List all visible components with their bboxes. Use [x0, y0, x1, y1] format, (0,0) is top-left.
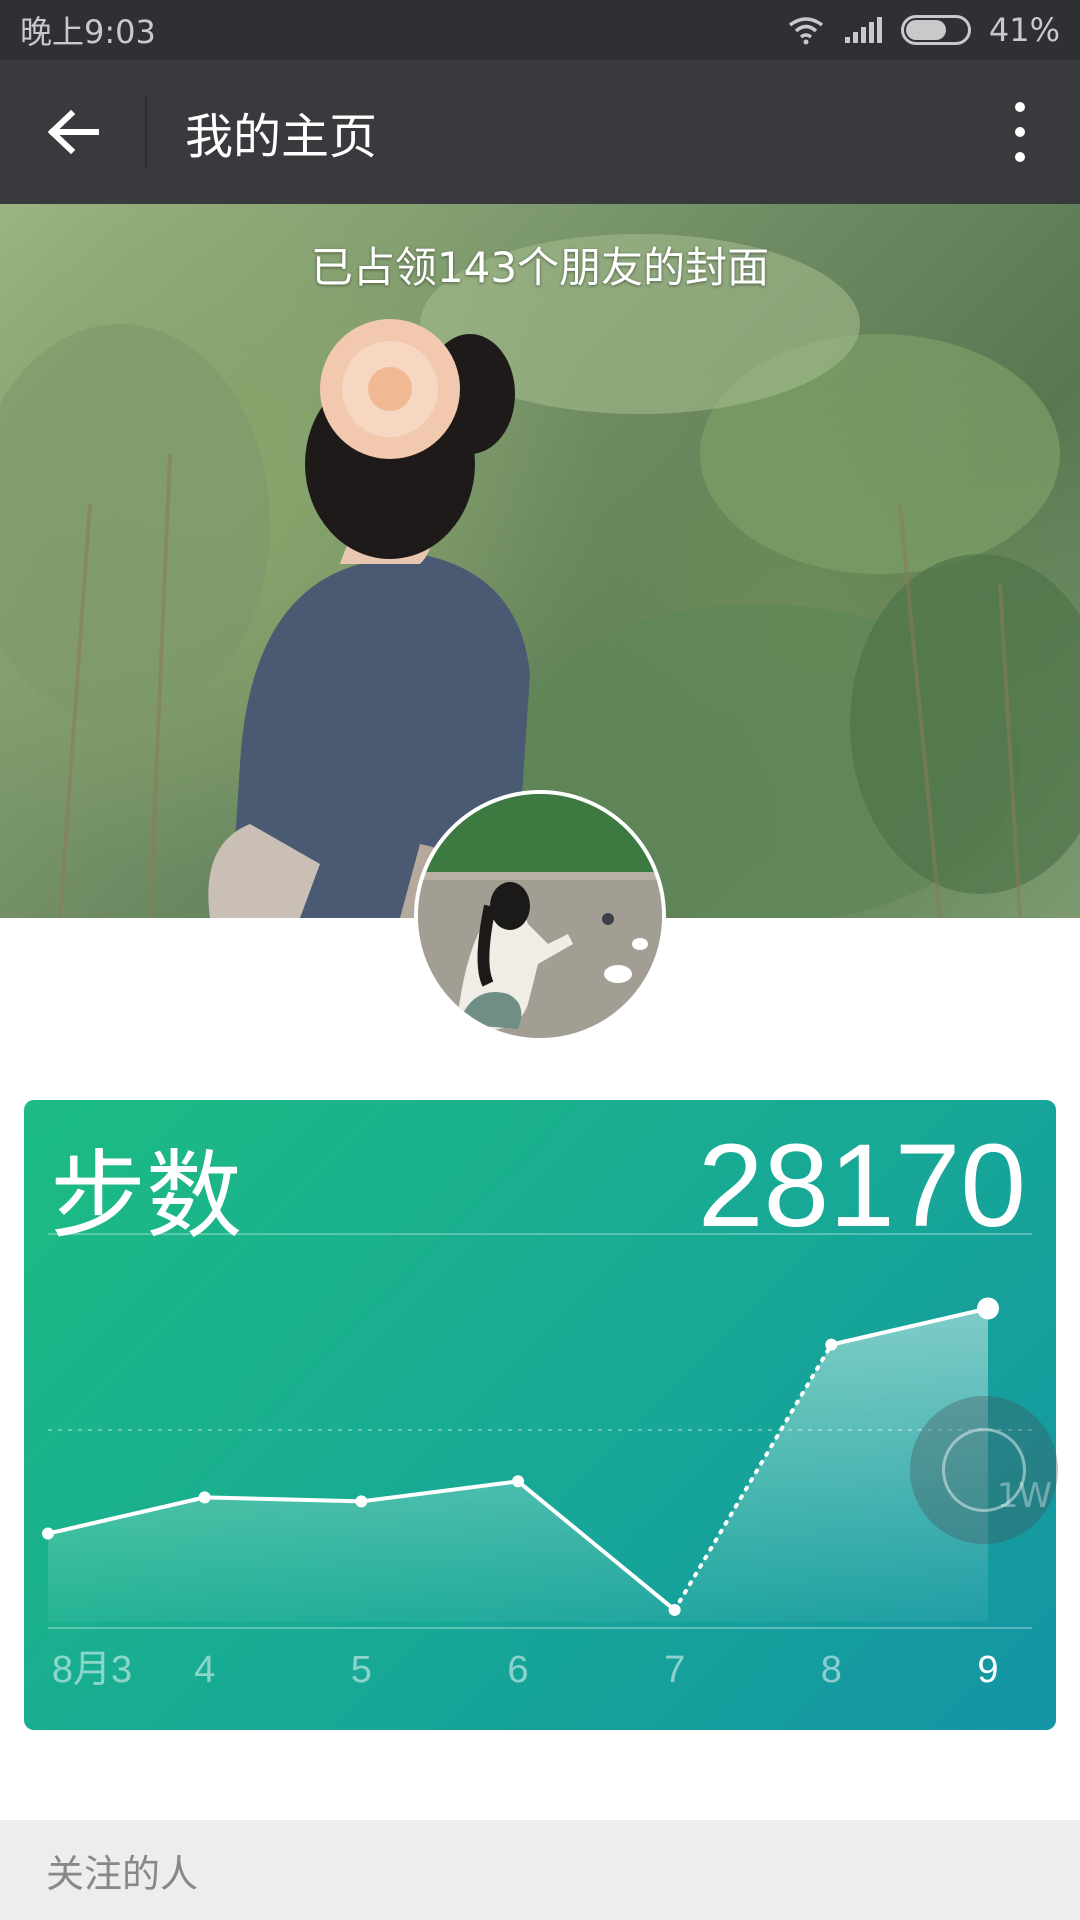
chart-point: [198, 1491, 211, 1504]
wifi-icon: [788, 17, 823, 45]
chart-x-tick-label: 7: [664, 1649, 685, 1691]
steps-chart: 8月3 4 5 6 7 8 9: [42, 1297, 1032, 1691]
avatar-photo: [418, 794, 662, 1038]
status-bar: 晚上9:03 41%: [0, 0, 1080, 60]
back-button[interactable]: [0, 60, 145, 204]
chart-x-tick-label: 8月3: [52, 1649, 132, 1691]
chart-x-tick-label: 8: [821, 1649, 842, 1691]
more-vertical-icon: [1015, 102, 1025, 162]
following-section-header: 关注的人: [0, 1820, 1080, 1920]
chart-x-tick-label: 5: [351, 1649, 372, 1691]
chart-point: [977, 1297, 999, 1320]
battery-fill: [905, 20, 947, 40]
cover-caption: 已占领143个朋友的封面: [310, 243, 770, 292]
chart-x-tick-label: 4: [194, 1649, 215, 1691]
chart-point: [512, 1475, 524, 1488]
page-title: 我的主页: [185, 109, 378, 165]
chart-point: [42, 1527, 54, 1540]
steps-card[interactable]: 步数 28170 8月3 4 5 6 7 8 9: [24, 1100, 1056, 1730]
chart-point: [825, 1338, 838, 1351]
app-bar-divider: [145, 96, 147, 168]
chart-point: [355, 1495, 368, 1508]
chart-x-tick-label: 6: [507, 1649, 528, 1691]
avatar[interactable]: [414, 790, 666, 1042]
status-time: 晚上9:03: [20, 13, 156, 51]
floating-button-label: 1W: [996, 1476, 1052, 1516]
floating-assist-button[interactable]: 1W: [910, 1396, 1058, 1544]
arrow-left-icon: [47, 110, 99, 154]
app-bar: 我的主页: [0, 60, 1080, 204]
battery-percent: 41%: [988, 11, 1060, 49]
more-button[interactable]: [980, 60, 1060, 204]
status-icons: 41%: [787, 11, 1060, 49]
signal-icon: [844, 17, 882, 43]
chart-point: [668, 1603, 681, 1616]
chart-area: [48, 1308, 988, 1622]
chart-x-tick-label: 9: [977, 1649, 998, 1691]
battery-icon: [900, 15, 971, 45]
following-header-label: 关注的人: [46, 1851, 199, 1896]
